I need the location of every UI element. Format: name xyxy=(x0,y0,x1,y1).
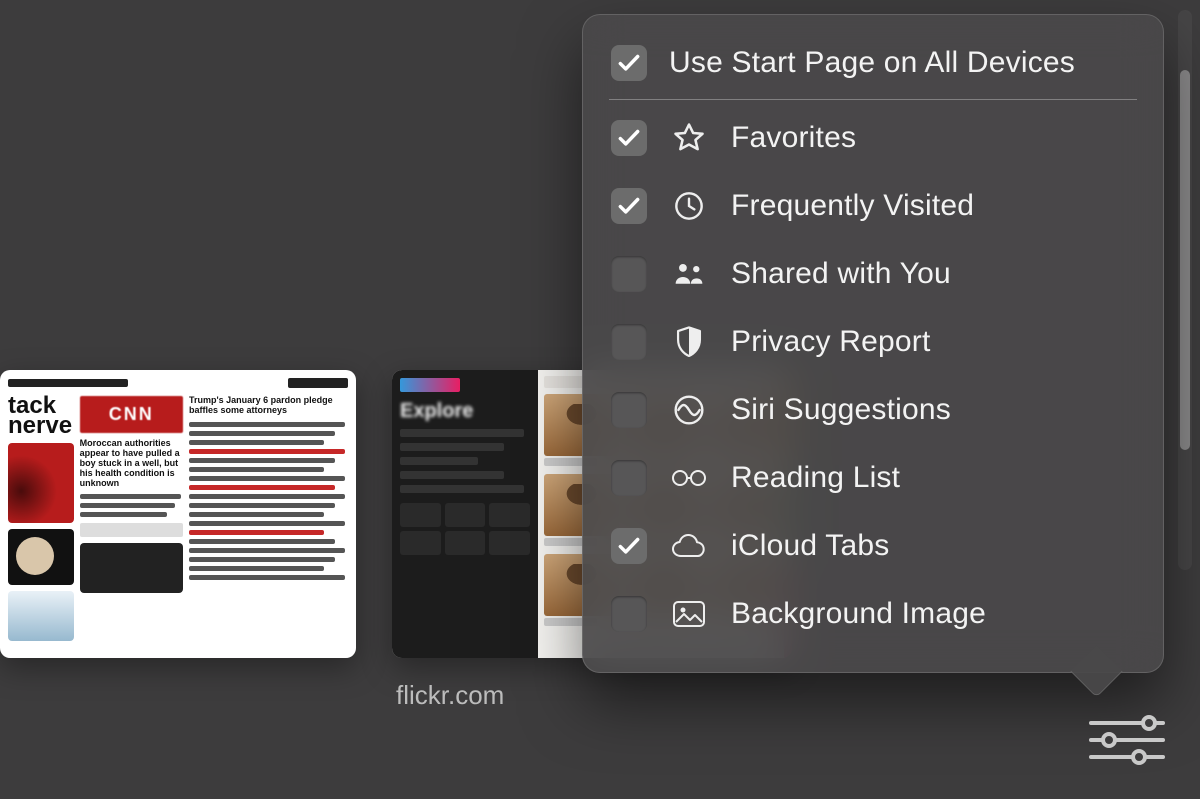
option-label: Favorites xyxy=(731,121,856,155)
star-icon xyxy=(669,121,709,155)
option-label: Privacy Report xyxy=(731,325,931,359)
image-icon xyxy=(669,600,709,628)
separator xyxy=(609,99,1137,100)
start-page-settings-popover: Use Start Page on All Devices Favorites … xyxy=(582,14,1164,673)
checkbox[interactable] xyxy=(611,460,647,496)
checkbox[interactable] xyxy=(611,120,647,156)
clock-icon xyxy=(669,190,709,222)
thumbnail-caption: flickr.com xyxy=(396,680,792,711)
checkbox[interactable] xyxy=(611,528,647,564)
option-icloud-tabs[interactable]: iCloud Tabs xyxy=(607,512,1139,580)
glasses-icon xyxy=(669,466,709,490)
checkbox[interactable] xyxy=(611,45,647,81)
siri-icon xyxy=(669,394,709,426)
customize-start-page-button[interactable] xyxy=(1084,707,1170,773)
people-icon xyxy=(669,259,709,289)
option-background-image[interactable]: Background Image xyxy=(607,580,1139,648)
sliders-icon xyxy=(1087,713,1167,767)
option-label: Siri Suggestions xyxy=(731,393,951,427)
option-favorites[interactable]: Favorites xyxy=(607,104,1139,172)
option-label: Use Start Page on All Devices xyxy=(669,46,1075,80)
option-label: Frequently Visited xyxy=(731,189,974,223)
site-thumbnail[interactable]: tack nerve CNN Moroccan authorities appe… xyxy=(0,370,356,658)
option-label: Shared with You xyxy=(731,257,951,291)
shield-icon xyxy=(669,325,709,359)
option-frequently-visited[interactable]: Frequently Visited xyxy=(607,172,1139,240)
scrollbar[interactable] xyxy=(1178,10,1192,570)
option-privacy-report[interactable]: Privacy Report xyxy=(607,308,1139,376)
scrollbar-thumb[interactable] xyxy=(1180,70,1190,450)
option-siri-suggestions[interactable]: Siri Suggestions xyxy=(607,376,1139,444)
checkbox[interactable] xyxy=(611,324,647,360)
cloud-icon xyxy=(669,532,709,560)
option-label: iCloud Tabs xyxy=(731,529,889,563)
checkbox[interactable] xyxy=(611,596,647,632)
option-label: Background Image xyxy=(731,597,986,631)
option-shared-with-you[interactable]: Shared with You xyxy=(607,240,1139,308)
checkbox[interactable] xyxy=(611,256,647,292)
checkbox[interactable] xyxy=(611,392,647,428)
option-reading-list[interactable]: Reading List xyxy=(607,444,1139,512)
checkbox[interactable] xyxy=(611,188,647,224)
option-use-start-page-all-devices[interactable]: Use Start Page on All Devices xyxy=(607,35,1139,99)
option-label: Reading List xyxy=(731,461,900,495)
